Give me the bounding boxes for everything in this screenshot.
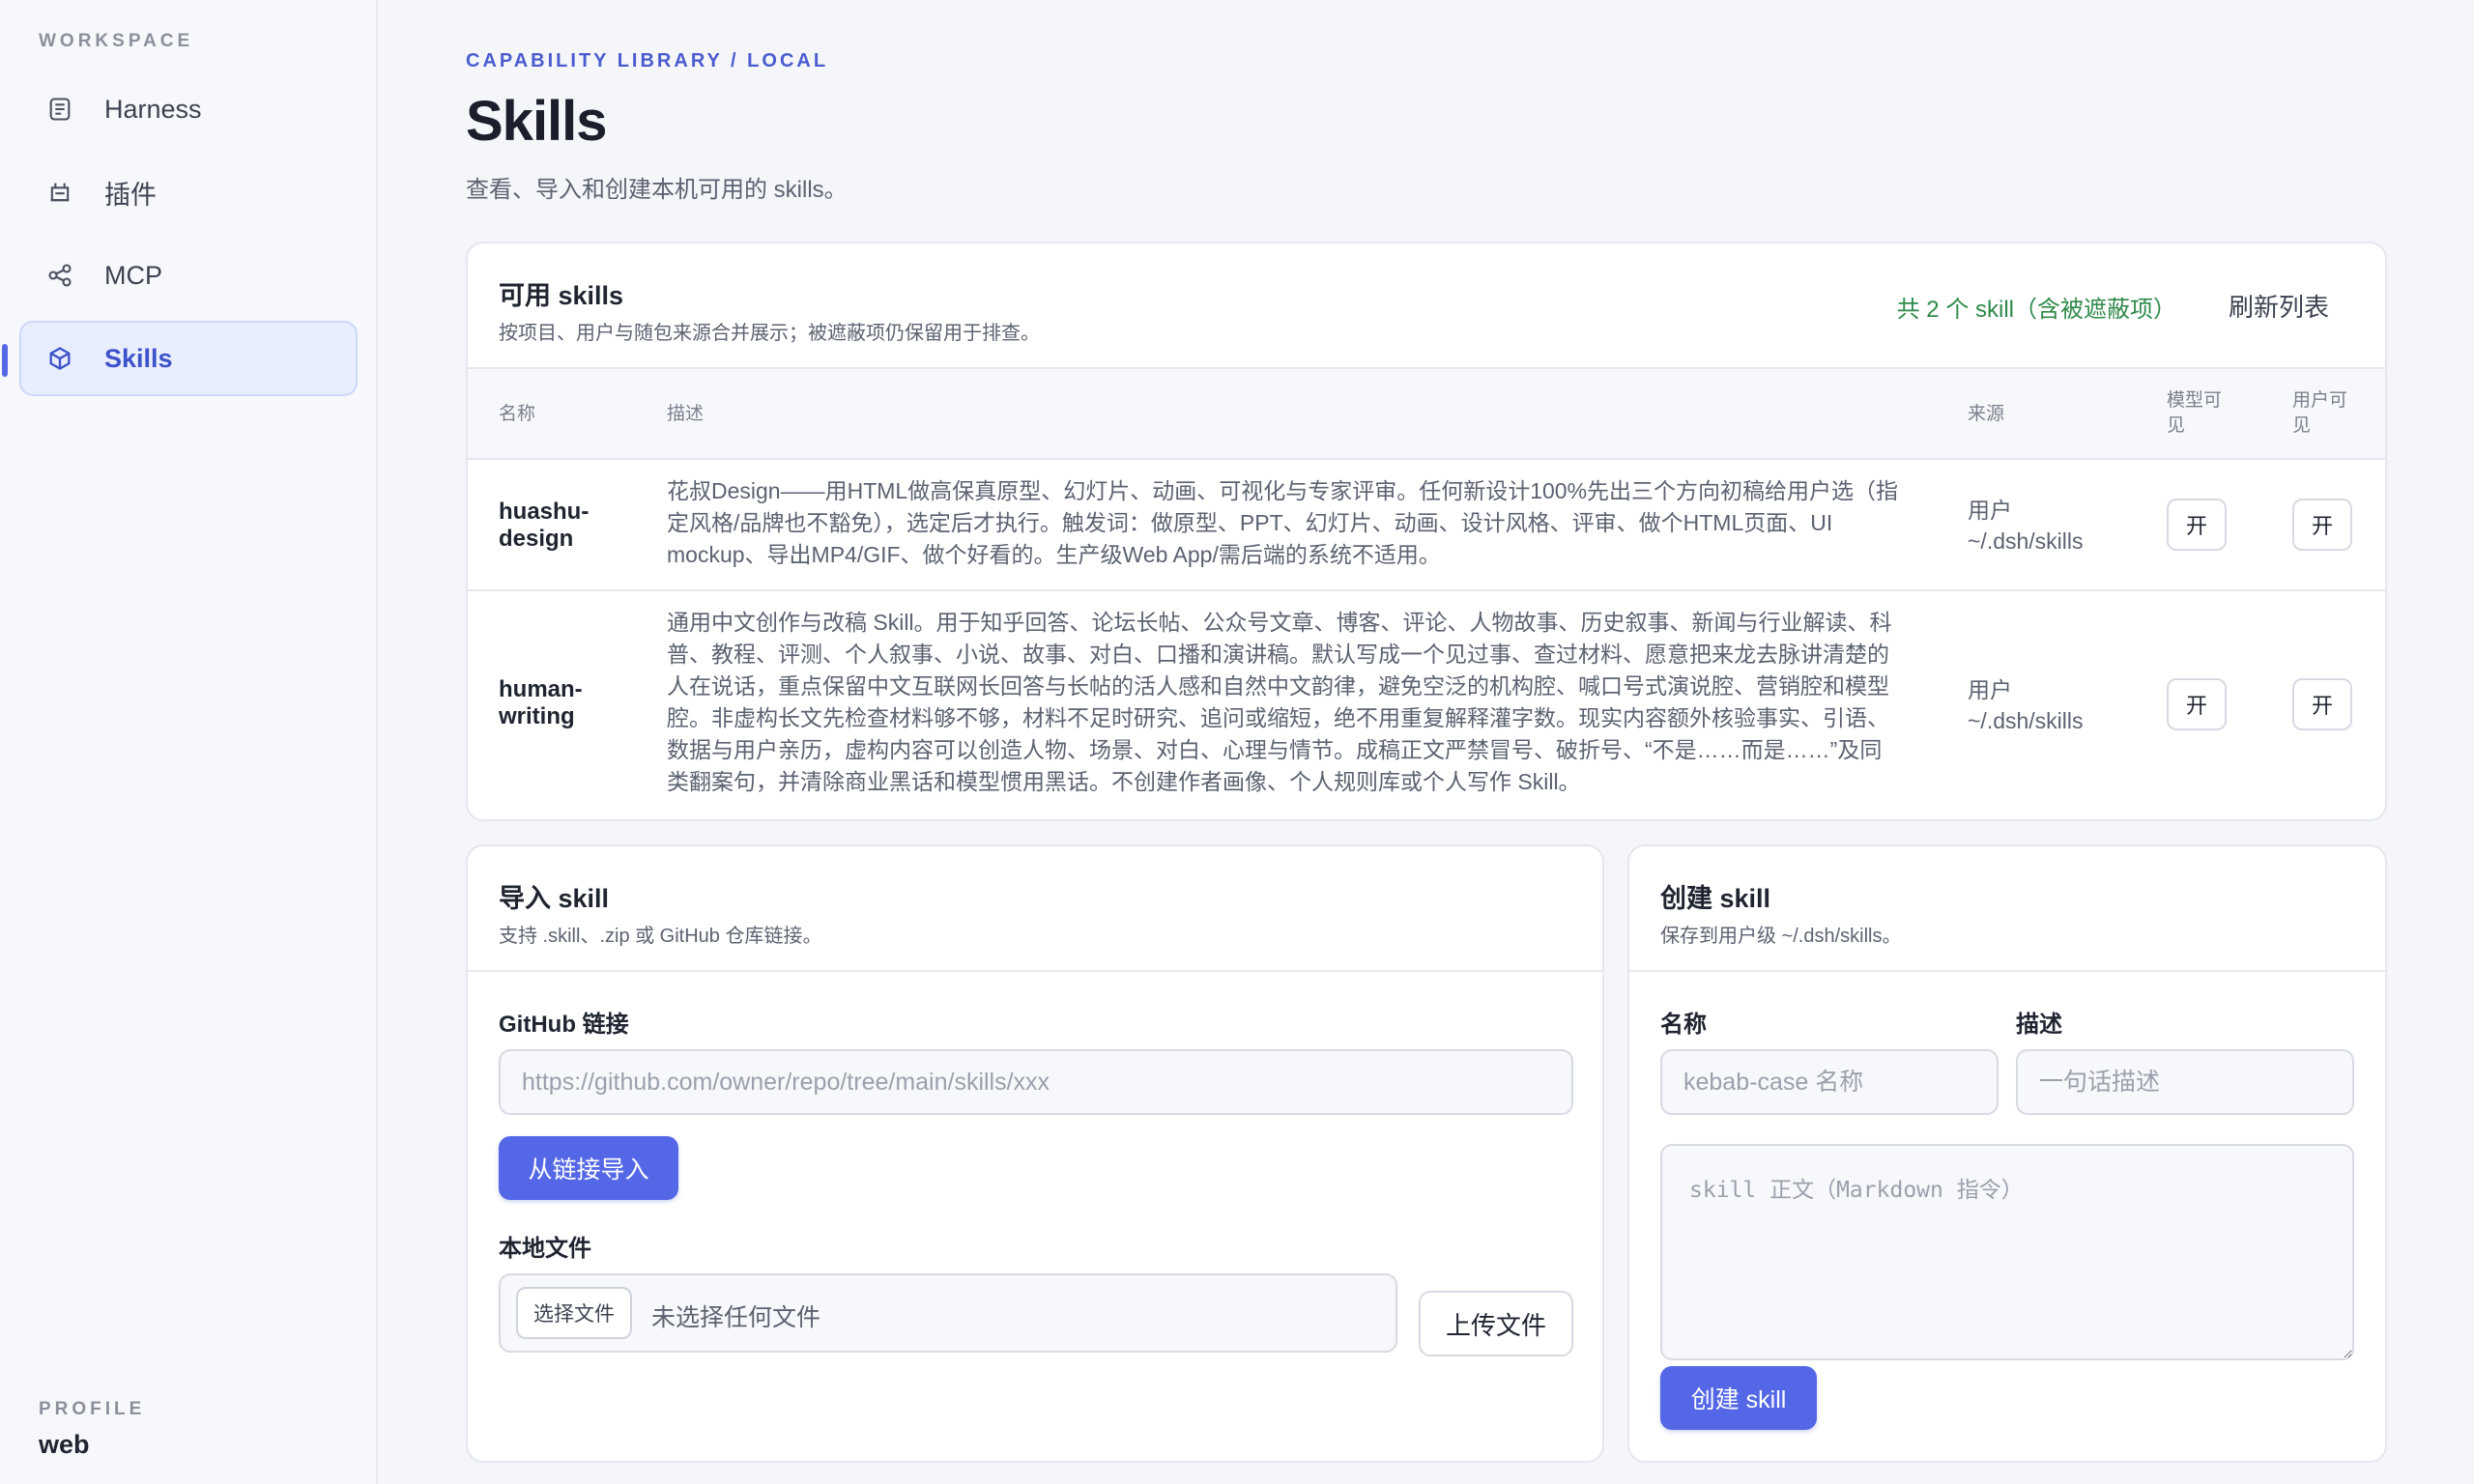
skill-description: 花叔Design——用HTML做高保真原型、幻灯片、动画、可视化与专家评审。任何… <box>667 478 1899 567</box>
workspace-label: WORKSPACE <box>39 31 194 51</box>
sidebar-item-harness[interactable]: Harness <box>19 71 358 147</box>
skill-name-text: writing <box>499 703 575 729</box>
skill-source: 用户 ~/.dsh/skills <box>1968 674 2084 736</box>
create-skill-card: 创建 skill 保存到用户级 ~/.dsh/skills。 名称 描述 创建 … <box>1627 844 2387 1463</box>
card-subtitle: 按项目、用户与随包来源合并展示；被遮蔽项仍保留用于排查。 <box>499 323 1040 344</box>
card-header: 创建 skill 保存到用户级 ~/.dsh/skills。 <box>1629 846 2385 972</box>
skill-source-text: ~/.dsh/skills <box>1968 528 2084 554</box>
description-label: 描述 <box>2016 1012 2062 1038</box>
column-header-text: 用户可 <box>2292 390 2348 411</box>
column-header-name: 名称 <box>499 404 536 424</box>
share-nodes-icon <box>44 260 75 291</box>
sidebar-item-mcp[interactable]: MCP <box>19 238 358 313</box>
card-subtitle: 保存到用户级 ~/.dsh/skills。 <box>1660 926 1902 947</box>
column-header-source: 来源 <box>1968 404 2005 424</box>
sidebar-item-plugins[interactable]: 插件 <box>19 155 358 230</box>
breadcrumb: CAPABILITY LIBRARY / LOCAL <box>466 50 829 71</box>
model-visible-toggle[interactable]: 开 <box>2167 678 2227 730</box>
card-header: 可用 skills 按项目、用户与随包来源合并展示；被遮蔽项仍保留用于排查。 共… <box>468 243 2385 369</box>
github-link-input[interactable] <box>499 1049 1573 1115</box>
column-header-text: 见 <box>2292 415 2312 436</box>
card-title: 可用 skills <box>499 281 624 310</box>
column-header-text: 见 <box>2167 415 2186 436</box>
profile-label: PROFILE <box>39 1399 146 1419</box>
skill-name-text: huashu- <box>499 499 590 525</box>
file-input[interactable]: 选择文件 未选择任何文件 <box>499 1273 1397 1353</box>
sidebar: WORKSPACE Harness 插件 MCP Skills PROFILE … <box>0 0 378 1484</box>
user-visible-toggle[interactable]: 开 <box>2292 499 2352 551</box>
cube-icon <box>44 343 75 374</box>
skill-body-textarea[interactable] <box>1660 1144 2354 1360</box>
profile: PROFILE web <box>39 1399 145 1460</box>
page-title: Skills <box>466 90 608 153</box>
table-row: human- writing 通用中文创作与改稿 Skill。用于知乎回答、论坛… <box>468 591 2385 819</box>
skill-description-input[interactable] <box>2016 1049 2354 1115</box>
sidebar-item-label: Harness <box>104 94 202 124</box>
skill-name-text: design <box>499 526 574 552</box>
card-subtitle: 支持 .skill、.zip 或 GitHub 仓库链接。 <box>499 926 822 947</box>
model-visible-toggle[interactable]: 开 <box>2167 499 2227 551</box>
skill-name: huashu- design <box>499 499 644 553</box>
import-from-link-button[interactable]: 从链接导入 <box>499 1136 678 1200</box>
no-file-text: 未选择任何文件 <box>651 1304 821 1331</box>
column-header-model-visible: 模型可 见 <box>2167 388 2222 439</box>
skill-source-text: ~/.dsh/skills <box>1968 708 2084 733</box>
upload-file-button[interactable]: 上传文件 <box>1419 1291 1573 1356</box>
column-header-desc: 描述 <box>667 404 705 424</box>
sidebar-item-label: Skills <box>104 343 173 373</box>
skill-source: 用户 ~/.dsh/skills <box>1968 495 2084 556</box>
import-skill-card: 导入 skill 支持 .skill、.zip 或 GitHub 仓库链接。 G… <box>466 844 1604 1463</box>
skill-name-input[interactable] <box>1660 1049 1999 1115</box>
skill-name: human- writing <box>499 676 644 730</box>
skill-name-text: human- <box>499 676 583 702</box>
sidebar-item-label: 插件 <box>104 180 157 210</box>
column-header-user-visible: 用户可 见 <box>2292 388 2347 439</box>
skill-source-text: 用户 <box>1968 498 2012 523</box>
table-header: 名称 描述 来源 模型可 见 用户可 见 <box>468 369 2385 460</box>
github-link-label: GitHub 链接 <box>499 1012 629 1038</box>
refresh-button[interactable]: 刷新列表 <box>2229 288 2329 324</box>
sidebar-item-label: MCP <box>104 260 162 290</box>
local-file-label: 本地文件 <box>499 1236 591 1262</box>
skill-source-text: 用户 <box>1968 677 2012 702</box>
profile-value[interactable]: web <box>39 1430 145 1460</box>
sidebar-nav: Harness 插件 MCP Skills <box>2 71 358 404</box>
card-title: 创建 skill <box>1660 884 1771 913</box>
table-row: huashu- design 花叔Design——用HTML做高保真原型、幻灯片… <box>468 460 2385 591</box>
user-visible-toggle[interactable]: 开 <box>2292 678 2352 730</box>
name-label: 名称 <box>1660 1012 1707 1038</box>
card-title: 导入 skill <box>499 884 610 913</box>
card-header: 导入 skill 支持 .skill、.zip 或 GitHub 仓库链接。 <box>468 846 1602 972</box>
choose-file-button[interactable]: 选择文件 <box>516 1287 632 1339</box>
skill-description: 通用中文创作与改稿 Skill。用于知乎回答、论坛长帖、公众号文章、博客、评论、… <box>667 610 1892 794</box>
skills-card: 可用 skills 按项目、用户与随包来源合并展示；被遮蔽项仍保留用于排查。 共… <box>466 242 2387 821</box>
create-skill-button[interactable]: 创建 skill <box>1660 1366 1817 1430</box>
document-icon <box>44 94 75 125</box>
column-header-text: 模型可 <box>2167 390 2223 411</box>
plugin-icon <box>44 177 75 208</box>
page-subtitle: 查看、导入和创建本机可用的 skills。 <box>466 177 848 203</box>
skill-count: 共 2 个 skill（含被遮蔽项） <box>1896 297 2176 323</box>
sidebar-item-skills[interactable]: Skills <box>2 321 358 396</box>
